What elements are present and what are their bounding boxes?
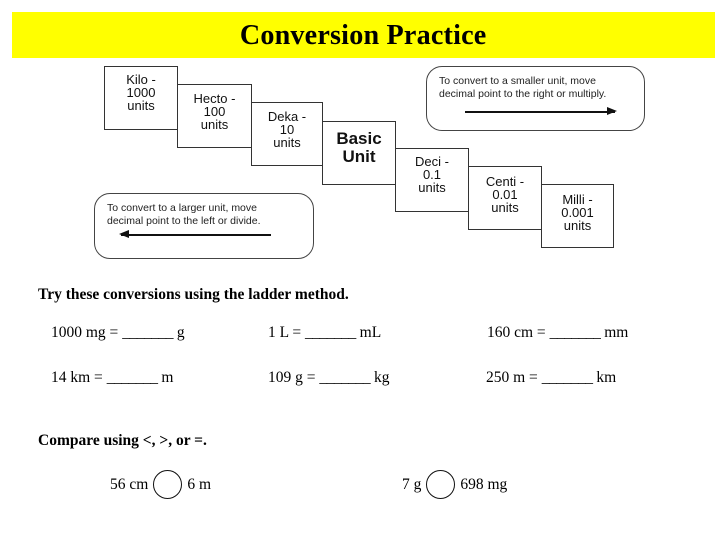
answer-blank[interactable]: _______ [319,369,370,386]
compare-item: 56 cm 6 m [110,470,211,499]
ladder-unit: units [273,135,301,150]
ladder-unit: units [200,117,229,132]
arrow-left-icon [119,231,271,237]
ladder-step-milli: Milli - 0.001 units [541,184,614,248]
problem-target-unit: km [596,369,617,386]
problem-given: 14 km = [51,369,103,386]
answer-blank[interactable]: _______ [305,324,356,341]
page-title: Conversion Practice [240,18,487,51]
ladder-step-centi: Centi - 0.01 units [468,166,542,230]
answer-blank[interactable]: _______ [550,324,601,341]
problem-target-unit: mL [359,324,382,341]
conversion-problem: 14 km = _______ m [51,369,173,387]
conversion-problem: 1000 mg = _______ g [51,324,185,342]
compare-right: 698 mg [460,475,508,493]
conversion-problem: 160 cm = _______ mm [487,324,628,342]
ladder-unit: units [127,98,155,113]
ladder-unit: units [418,180,446,195]
note-larger-unit: To convert to a larger unit, move decima… [94,193,314,259]
conversion-problem: 109 g = _______ kg [268,369,390,387]
ladder-unit: units [491,200,519,215]
ladder-step-basic-unit: Basic Unit [322,121,396,185]
note-text-line-1: To convert to a smaller unit, move [439,75,596,87]
note-text-line-2: decimal point to the right or multiply. [439,88,607,100]
ladder-value: Unit [342,147,376,166]
problem-given: 1 L = [268,324,302,341]
compare-left: 56 cm [110,475,149,493]
answer-blank[interactable]: _______ [122,324,173,341]
problem-given: 250 m = [486,369,538,386]
note-text-line-1: To convert to a larger unit, move [107,202,257,214]
conversions-heading: Try these conversions using the ladder m… [38,286,349,303]
answer-blank[interactable]: _______ [107,369,158,386]
title-banner: Conversion Practice [12,12,715,58]
arrow-right-icon [465,108,617,114]
problem-given: 109 g = [268,369,316,386]
answer-blank[interactable]: _______ [542,369,593,386]
ladder-step-deka: Deka - 10 units [251,102,323,166]
compare-heading: Compare using <, >, or =. [38,432,207,449]
ladder-step-hecto: Hecto - 100 units [177,84,252,148]
compare-right: 6 m [187,475,211,493]
ladder-step-kilo: Kilo - 1000 units [104,66,178,130]
ladder-prefix: Basic [336,129,382,148]
conversion-problem: 1 L = _______ mL [268,324,381,342]
ladder-unit: units [563,218,592,233]
problem-target-unit: g [176,324,185,341]
problem-given: 160 cm = [487,324,546,341]
note-text-line-2: decimal point to the left or divide. [107,215,261,227]
comparison-circle[interactable] [153,470,183,499]
ladder-step-deci: Deci - 0.1 units [395,148,469,212]
compare-item: 7 g 698 mg [402,470,507,499]
problem-target-unit: m [161,369,174,386]
comparison-circle[interactable] [426,470,456,499]
problem-target-unit: mm [604,324,629,341]
conversion-problem: 250 m = _______ km [486,369,616,387]
problem-given: 1000 mg = [51,324,119,341]
note-smaller-unit: To convert to a smaller unit, move decim… [426,66,645,131]
compare-left: 7 g [402,475,422,493]
problem-target-unit: kg [374,369,390,386]
